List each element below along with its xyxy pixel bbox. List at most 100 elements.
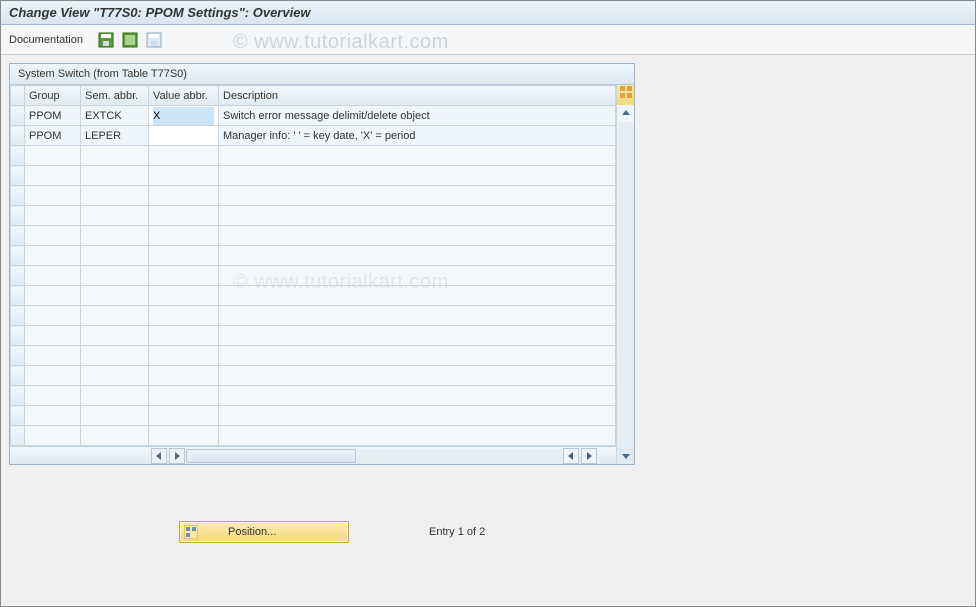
row-selector[interactable] — [11, 106, 25, 126]
data-table: Group Sem. abbr. Value abbr. Description… — [10, 85, 616, 446]
row-selector[interactable] — [11, 146, 25, 166]
cell-group — [25, 226, 81, 246]
cell-val[interactable] — [149, 406, 219, 426]
row-selector[interactable] — [11, 266, 25, 286]
cell-group — [25, 346, 81, 366]
cell-desc — [219, 246, 616, 266]
cell-val[interactable] — [149, 266, 219, 286]
cell-val[interactable] — [149, 366, 219, 386]
h-scroll-track[interactable] — [186, 449, 562, 463]
page-title: Change View "T77S0: PPOM Settings": Over… — [9, 5, 967, 20]
row-selector[interactable] — [11, 386, 25, 406]
v-scrollbar[interactable] — [616, 85, 634, 464]
cell-sem: LEPER — [81, 126, 149, 146]
table-row — [11, 346, 616, 366]
cell-sem — [81, 346, 149, 366]
cell-val[interactable] — [149, 126, 219, 146]
scroll-up-icon[interactable] — [619, 105, 633, 121]
scroll-down-icon[interactable] — [619, 448, 633, 464]
table-row: PPOMEXTCKSwitch error message delimit/de… — [11, 106, 616, 126]
select-all-icon[interactable] — [121, 31, 139, 49]
table-row: PPOMLEPERManager info: ' ' = key date, '… — [11, 126, 616, 146]
cell-group — [25, 366, 81, 386]
cell-group — [25, 326, 81, 346]
cell-desc — [219, 186, 616, 206]
cell-val[interactable] — [149, 286, 219, 306]
cell-val[interactable] — [149, 346, 219, 366]
cell-group — [25, 386, 81, 406]
col-header-desc[interactable]: Description — [219, 86, 616, 106]
save-icon[interactable] — [97, 31, 115, 49]
cell-val[interactable] — [149, 246, 219, 266]
deselect-icon[interactable] — [145, 31, 163, 49]
cell-val[interactable] — [149, 166, 219, 186]
cell-val[interactable] — [149, 326, 219, 346]
cell-desc — [219, 406, 616, 426]
table-row — [11, 206, 616, 226]
cell-sem — [81, 206, 149, 226]
cell-val[interactable] — [149, 146, 219, 166]
table-row — [11, 246, 616, 266]
row-selector[interactable] — [11, 406, 25, 426]
table-row — [11, 406, 616, 426]
row-selector[interactable] — [11, 226, 25, 246]
scroll-left-end-icon[interactable] — [563, 448, 579, 464]
cell-group — [25, 186, 81, 206]
cell-val[interactable] — [149, 226, 219, 246]
table-row — [11, 146, 616, 166]
title-bar: Change View "T77S0: PPOM Settings": Over… — [1, 1, 975, 25]
cell-sem — [81, 146, 149, 166]
table-row — [11, 386, 616, 406]
row-selector-header[interactable] — [11, 86, 25, 106]
cell-sem — [81, 266, 149, 286]
value-input[interactable] — [153, 107, 214, 125]
row-selector[interactable] — [11, 346, 25, 366]
scroll-right-icon[interactable] — [169, 448, 185, 464]
panel-title: System Switch (from Table T77S0) — [10, 64, 634, 85]
cell-sem: EXTCK — [81, 106, 149, 126]
h-scroll-thumb[interactable] — [186, 449, 356, 463]
footer: Position... Entry 1 of 2 — [9, 521, 967, 543]
row-selector[interactable] — [11, 206, 25, 226]
table-row — [11, 286, 616, 306]
cell-group — [25, 266, 81, 286]
table-row — [11, 226, 616, 246]
row-selector[interactable] — [11, 126, 25, 146]
position-button[interactable]: Position... — [179, 521, 349, 543]
row-selector[interactable] — [11, 246, 25, 266]
table-config-icon[interactable] — [617, 85, 634, 105]
col-header-sem[interactable]: Sem. abbr. — [81, 86, 149, 106]
scroll-left-icon[interactable] — [151, 448, 167, 464]
position-icon — [184, 525, 198, 539]
cell-desc — [219, 206, 616, 226]
v-scroll-track[interactable] — [618, 122, 634, 447]
cell-sem — [81, 386, 149, 406]
cell-val[interactable] — [149, 106, 219, 126]
row-selector[interactable] — [11, 326, 25, 346]
row-selector[interactable] — [11, 286, 25, 306]
cell-val[interactable] — [149, 426, 219, 446]
row-selector[interactable] — [11, 166, 25, 186]
cell-desc: Switch error message delimit/delete obje… — [219, 106, 616, 126]
cell-desc — [219, 166, 616, 186]
scroll-right-end-icon[interactable] — [581, 448, 597, 464]
row-selector[interactable] — [11, 186, 25, 206]
value-input[interactable] — [153, 127, 214, 145]
row-selector[interactable] — [11, 426, 25, 446]
documentation-link[interactable]: Documentation — [9, 34, 83, 46]
cell-desc — [219, 286, 616, 306]
col-header-group[interactable]: Group — [25, 86, 81, 106]
col-header-val[interactable]: Value abbr. — [149, 86, 219, 106]
cell-val[interactable] — [149, 386, 219, 406]
cell-val[interactable] — [149, 206, 219, 226]
row-selector[interactable] — [11, 366, 25, 386]
cell-group — [25, 166, 81, 186]
cell-desc — [219, 146, 616, 166]
table-row — [11, 306, 616, 326]
cell-group — [25, 206, 81, 226]
h-scrollbar[interactable] — [10, 446, 616, 464]
cell-val[interactable] — [149, 306, 219, 326]
cell-desc — [219, 226, 616, 246]
row-selector[interactable] — [11, 306, 25, 326]
cell-val[interactable] — [149, 186, 219, 206]
